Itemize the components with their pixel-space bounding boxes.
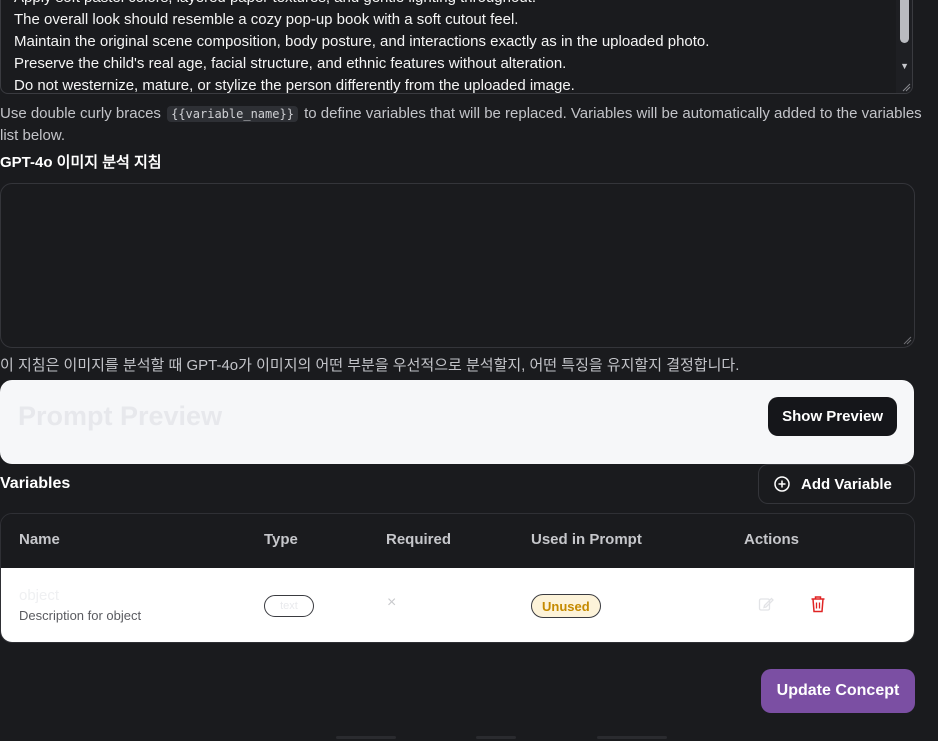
add-variable-label: Add Variable <box>801 475 892 493</box>
helper-text-before: Use double curly braces <box>0 105 161 122</box>
gpt-instructions-textarea[interactable] <box>0 183 915 348</box>
update-concept-button[interactable]: Update Concept <box>761 669 915 713</box>
column-header-used: Used in Prompt <box>531 531 642 548</box>
edit-icon[interactable] <box>758 596 774 612</box>
column-header-name: Name <box>19 531 60 548</box>
prompt-line: Maintain the original scene composition,… <box>14 33 710 50</box>
table-row: object Description for object text × Unu… <box>1 568 914 642</box>
variables-helper-text: Use double curly braces {{variable_name}… <box>0 103 925 147</box>
resize-handle-icon[interactable] <box>901 82 911 92</box>
column-header-actions: Actions <box>744 531 800 548</box>
table-header: Name Type Required Used in Prompt Action… <box>1 514 914 568</box>
prompt-line: The overall look should resemble a cozy … <box>14 11 519 28</box>
scrollbar-thumb[interactable] <box>900 0 909 43</box>
column-header-required: Required <box>386 531 452 548</box>
gpt-instructions-label: GPT-4o 이미지 분석 지침 <box>0 154 162 171</box>
variable-type-badge: text <box>264 595 314 617</box>
prompt-textarea[interactable]: Apply soft pastel colors, layered paper … <box>0 0 913 94</box>
usage-status-badge: Unused <box>531 594 601 618</box>
plus-circle-icon <box>774 476 790 492</box>
prompt-preview-card: Prompt Preview Show Preview <box>0 380 914 464</box>
variable-description: Description for object <box>19 608 142 623</box>
gpt-instructions-help: 이 지침은 이미지를 분석할 때 GPT-4o가 이미지의 어떤 부분을 우선적… <box>0 357 740 374</box>
show-preview-button[interactable]: Show Preview <box>768 397 897 436</box>
variable-name: object <box>19 587 60 604</box>
resize-handle-icon[interactable] <box>902 335 912 345</box>
textarea-scrollbar[interactable]: ▼ <box>896 0 912 93</box>
variables-title: Variables <box>0 475 71 492</box>
chevron-down-icon[interactable]: ▼ <box>900 61 909 71</box>
add-variable-button[interactable]: Add Variable <box>758 464 915 504</box>
prompt-line: Do not westernize, mature, or stylize th… <box>14 77 575 94</box>
prompt-line: Preserve the child's real age, facial st… <box>14 55 567 72</box>
prompt-preview-title: Prompt Preview <box>18 401 223 431</box>
required-status: × <box>387 594 397 611</box>
trash-icon[interactable] <box>810 595 826 613</box>
column-header-type: Type <box>264 531 298 548</box>
prompt-line: Apply soft pastel colors, layered paper … <box>14 0 882 9</box>
prompt-text: Apply soft pastel colors, layered paper … <box>14 0 882 94</box>
below-fold-content <box>0 736 938 741</box>
variables-table: Name Type Required Used in Prompt Action… <box>0 513 915 643</box>
variable-syntax-code: {{variable_name}} <box>167 106 298 122</box>
